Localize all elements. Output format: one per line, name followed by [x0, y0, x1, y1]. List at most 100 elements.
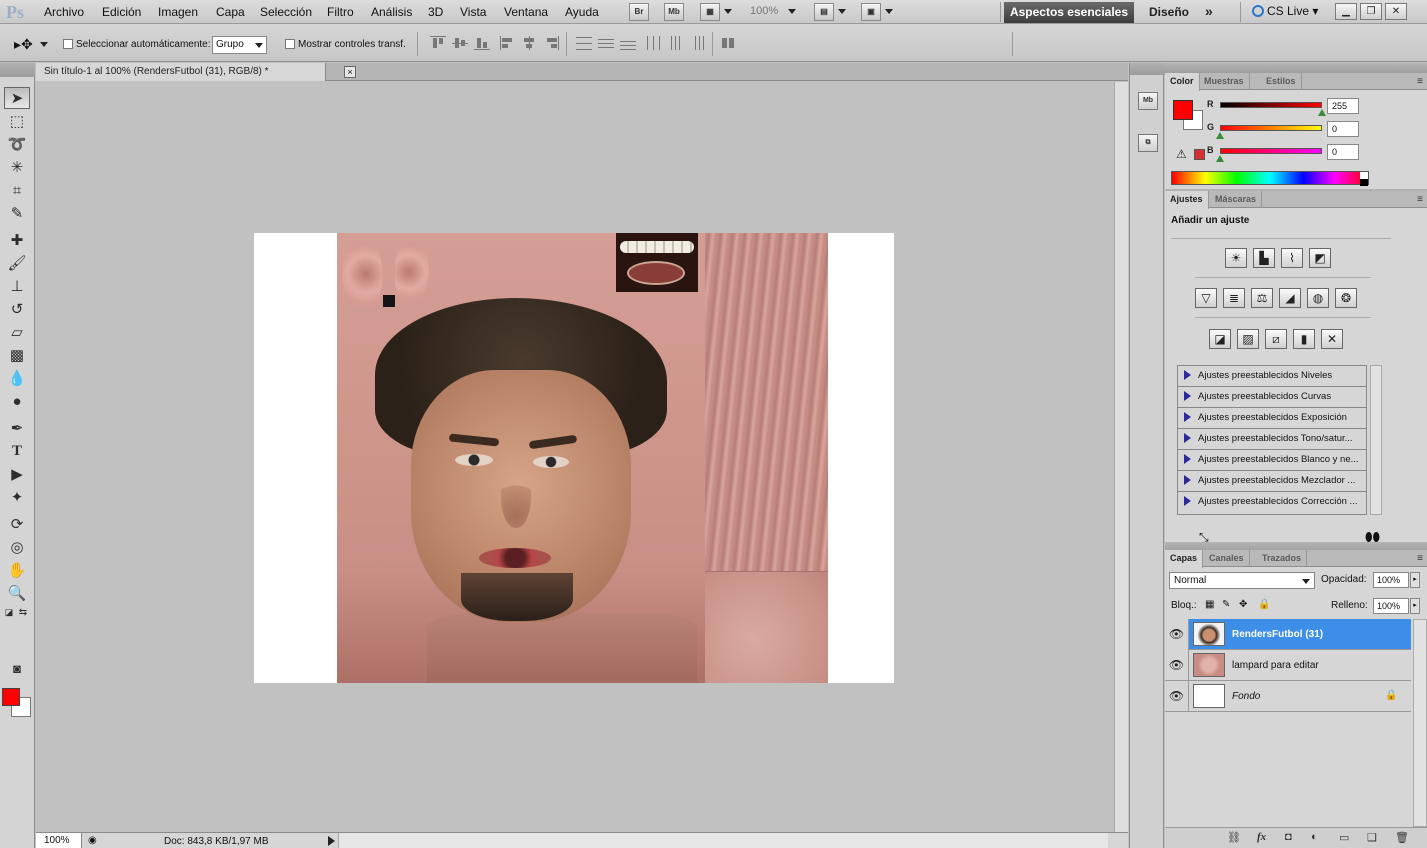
- list-item[interactable]: Ajustes preestablecidos Tono/satur...: [1178, 429, 1366, 450]
- curves-icon[interactable]: ⌇: [1281, 248, 1303, 268]
- align-bottom-icon[interactable]: [474, 36, 490, 50]
- distribute-left-icon[interactable]: [646, 36, 662, 50]
- history-panel-icon[interactable]: ⧉: [1138, 134, 1158, 152]
- expand-triangle-icon[interactable]: [1184, 391, 1191, 401]
- menu-capa[interactable]: Capa: [216, 5, 245, 19]
- foreground-color-swatch[interactable]: [2, 688, 20, 706]
- eyedropper-tool-icon[interactable]: ✎: [4, 202, 30, 224]
- menu-seleccion[interactable]: Selección: [260, 5, 312, 19]
- layer-row[interactable]: 👁 Fondo 🔒: [1165, 681, 1411, 712]
- layer-name[interactable]: Fondo: [1232, 691, 1260, 702]
- status-info-icon[interactable]: ◉: [88, 835, 97, 846]
- tab-channels[interactable]: Canales: [1204, 550, 1250, 567]
- vibrance-icon[interactable]: ▽: [1195, 288, 1217, 308]
- list-item[interactable]: Ajustes preestablecidos Niveles: [1178, 366, 1366, 387]
- threshold-icon[interactable]: ⧄: [1265, 329, 1287, 349]
- brush-tool-icon[interactable]: 🖌: [4, 252, 30, 274]
- zoom-tool-icon[interactable]: 🔍: [4, 582, 30, 604]
- tab-swatches[interactable]: Muestras: [1199, 73, 1250, 90]
- move-tool-icon[interactable]: ▸✥: [14, 36, 33, 53]
- gamut-color-swatch[interactable]: [1194, 149, 1205, 160]
- distribute-bottom-icon[interactable]: [620, 36, 636, 50]
- minibridge-button[interactable]: Mb: [664, 3, 684, 21]
- menu-filtro[interactable]: Filtro: [327, 5, 354, 19]
- align-right-icon[interactable]: [544, 36, 560, 50]
- align-left-icon[interactable]: [500, 36, 516, 50]
- layers-scrollbar[interactable]: [1413, 619, 1427, 827]
- 3d-rotate-tool-icon[interactable]: ⟳: [4, 513, 30, 535]
- presets-scrollbar[interactable]: [1370, 365, 1382, 515]
- menu-analisis[interactable]: Análisis: [371, 5, 412, 19]
- menu-archivo[interactable]: Archivo: [44, 5, 84, 19]
- new-layer-icon[interactable]: ❏: [1367, 831, 1377, 844]
- opacity-slider-button[interactable]: ▸: [1410, 572, 1420, 588]
- tab-masks[interactable]: Máscaras: [1210, 191, 1263, 208]
- more-workspaces-icon[interactable]: »: [1205, 3, 1213, 19]
- red-slider[interactable]: [1220, 102, 1322, 108]
- horizontal-scrollbar[interactable]: [338, 833, 1108, 848]
- color-foreground-swatch[interactable]: [1173, 100, 1193, 120]
- chevron-down-icon[interactable]: [40, 42, 48, 47]
- show-transform-checkbox[interactable]: [285, 39, 295, 49]
- green-value-input[interactable]: 0: [1327, 121, 1359, 137]
- menu-ventana[interactable]: Ventana: [504, 5, 548, 19]
- blue-slider[interactable]: [1220, 148, 1322, 154]
- default-colors-icon[interactable]: ◪: [2, 605, 16, 619]
- new-adjustment-icon[interactable]: ◐: [1311, 831, 1318, 843]
- link-layers-icon[interactable]: ⛓: [1227, 831, 1241, 844]
- chevron-down-icon[interactable]: [838, 9, 846, 14]
- magic-wand-tool-icon[interactable]: ✳: [4, 156, 30, 178]
- panel-grip[interactable]: [1130, 63, 1165, 75]
- align-hcenter-icon[interactable]: [522, 36, 538, 50]
- black-white-ramp[interactable]: [1360, 172, 1368, 186]
- history-brush-tool-icon[interactable]: ↺: [4, 298, 30, 320]
- status-menu-icon[interactable]: [328, 836, 335, 846]
- menu-vista[interactable]: Vista: [460, 5, 486, 19]
- pen-tool-icon[interactable]: ✒: [4, 417, 30, 439]
- list-item[interactable]: Ajustes preestablecidos Curvas: [1178, 387, 1366, 408]
- distribute-vcenter-icon[interactable]: [598, 36, 614, 50]
- fill-slider-button[interactable]: ▸: [1410, 598, 1420, 614]
- tab-styles[interactable]: Estilos: [1261, 73, 1302, 90]
- layer-style-icon[interactable]: fx: [1257, 831, 1266, 843]
- path-selection-tool-icon[interactable]: ▶: [4, 463, 30, 485]
- vertical-scrollbar[interactable]: [1114, 82, 1128, 832]
- expand-triangle-icon[interactable]: [1184, 454, 1191, 464]
- channel-mixer-icon[interactable]: ❂: [1335, 288, 1357, 308]
- crop-tool-icon[interactable]: ⌗: [4, 179, 30, 201]
- menu-ayuda[interactable]: Ayuda: [565, 5, 599, 19]
- hue-saturation-icon[interactable]: ≣: [1223, 288, 1245, 308]
- hand-tool-icon[interactable]: ✋: [4, 559, 30, 581]
- clone-stamp-tool-icon[interactable]: ⊥: [4, 275, 30, 297]
- gradient-map-icon[interactable]: ▮: [1293, 329, 1315, 349]
- posterize-icon[interactable]: ▨: [1237, 329, 1259, 349]
- dodge-tool-icon[interactable]: ●: [4, 390, 30, 412]
- distribute-top-icon[interactable]: [576, 36, 592, 50]
- tab-paths[interactable]: Trazados: [1257, 550, 1308, 567]
- color-spectrum-ramp[interactable]: [1171, 171, 1369, 186]
- chevron-down-icon[interactable]: [885, 9, 893, 14]
- tab-color[interactable]: Color: [1165, 73, 1200, 91]
- lasso-tool-icon[interactable]: ➰: [4, 133, 30, 155]
- view-extras-icon[interactable]: ▦: [700, 3, 720, 21]
- panel-menu-icon[interactable]: ≡: [1417, 194, 1423, 205]
- swap-colors-icon[interactable]: ⇆: [16, 605, 30, 619]
- auto-select-checkbox[interactable]: [63, 39, 73, 49]
- quick-mask-icon[interactable]: ◙: [4, 657, 30, 679]
- tab-adjustments[interactable]: Ajustes: [1165, 191, 1209, 209]
- layer-row[interactable]: 👁 RendersFutbol (31): [1165, 619, 1411, 650]
- color-balance-icon[interactable]: ⚖: [1251, 288, 1273, 308]
- type-tool-icon[interactable]: T: [4, 440, 30, 462]
- blend-mode-dropdown[interactable]: Normal: [1169, 572, 1315, 589]
- visibility-eye-icon[interactable]: 👁: [1165, 650, 1189, 681]
- blue-value-input[interactable]: 0: [1327, 144, 1359, 160]
- photo-filter-icon[interactable]: ◍: [1307, 288, 1329, 308]
- chevron-down-icon[interactable]: [788, 9, 796, 14]
- layer-name[interactable]: lampard para editar: [1232, 660, 1319, 671]
- expand-triangle-icon[interactable]: [1184, 475, 1191, 485]
- distribute-hcenter-icon[interactable]: [668, 36, 684, 50]
- list-item[interactable]: Ajustes preestablecidos Mezclador ...: [1178, 471, 1366, 492]
- align-vcenter-icon[interactable]: [452, 36, 468, 50]
- lock-pixels-icon[interactable]: ✎: [1222, 599, 1230, 610]
- minimize-button[interactable]: ▁: [1335, 3, 1357, 20]
